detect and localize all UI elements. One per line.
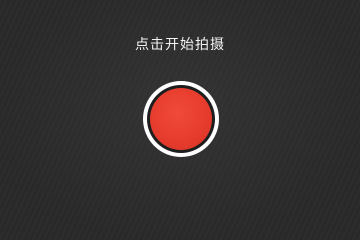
camera-screen: 点击开始拍摄 (0, 0, 360, 240)
record-button[interactable] (143, 81, 219, 157)
record-button-ring (147, 85, 215, 153)
start-recording-prompt: 点击开始拍摄 (135, 37, 225, 53)
record-icon (150, 88, 212, 150)
